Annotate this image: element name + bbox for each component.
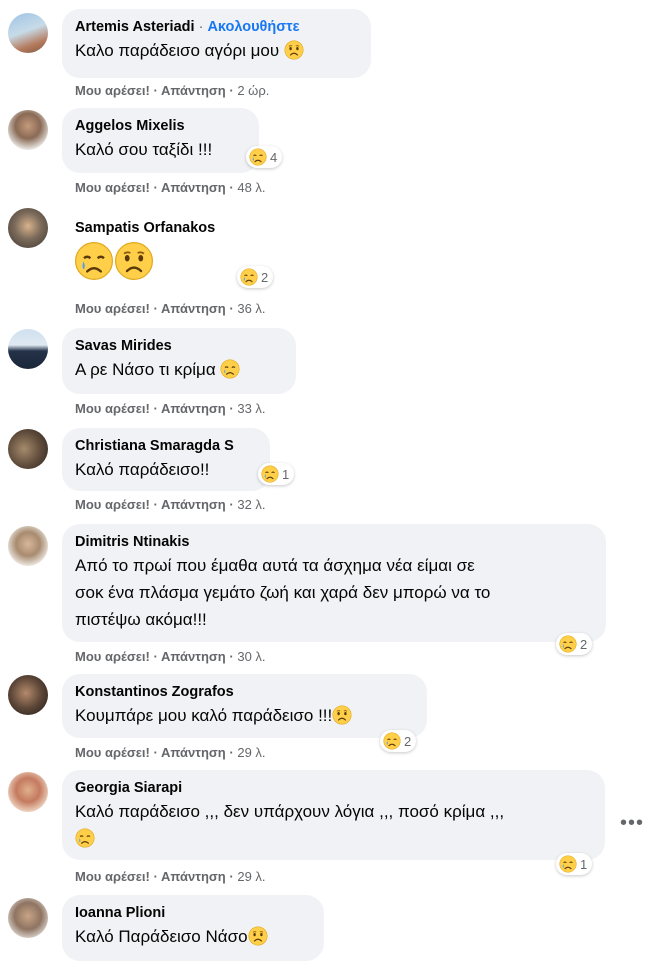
comment-bubble: Konstantinos Zografos Κουμπάρε μου καλό … bbox=[62, 674, 427, 738]
reaction-summary[interactable]: 1 bbox=[556, 853, 593, 875]
crying-face-icon bbox=[261, 465, 279, 483]
avatar[interactable] bbox=[8, 772, 48, 812]
like-link[interactable]: Μου αρέσει! bbox=[75, 745, 150, 760]
comment-bubble: Aggelos Mixelis Καλό σου ταξίδι !!! bbox=[62, 108, 259, 173]
crying-face-icon bbox=[559, 855, 577, 873]
crying-face-icon bbox=[240, 268, 258, 286]
like-link[interactable]: Μου αρέσει! bbox=[75, 301, 150, 316]
timestamp[interactable]: 32 λ. bbox=[237, 497, 265, 512]
like-link[interactable]: Μου αρέσει! bbox=[75, 869, 150, 884]
sad-face-icon bbox=[332, 705, 352, 725]
comment-author[interactable]: Konstantinos Zografos bbox=[75, 682, 413, 702]
comment-bubble: Christiana Smaragda S Καλό παράδεισο!! bbox=[62, 428, 270, 491]
reaction-summary[interactable]: 2 bbox=[380, 730, 417, 752]
comment-text: Καλο παράδεισο αγόρι μου bbox=[75, 41, 280, 60]
avatar[interactable] bbox=[8, 13, 48, 53]
avatar[interactable] bbox=[8, 110, 48, 150]
like-link[interactable]: Μου αρέσει! bbox=[75, 83, 150, 98]
like-link[interactable]: Μου αρέσει! bbox=[75, 401, 150, 416]
reply-link[interactable]: Απάντηση bbox=[161, 649, 226, 664]
avatar[interactable] bbox=[8, 329, 48, 369]
comment-text: Καλό σου ταξίδι !!! bbox=[75, 140, 213, 159]
crying-face-icon bbox=[559, 635, 577, 653]
sad-face-icon bbox=[284, 40, 304, 60]
avatar[interactable] bbox=[8, 429, 48, 469]
reply-link[interactable]: Απάντηση bbox=[161, 745, 226, 760]
timestamp[interactable]: 48 λ. bbox=[237, 180, 265, 195]
timestamp[interactable]: 2 ώρ. bbox=[237, 83, 269, 98]
comment-actions: Μου αρέσει! · Απάντηση · 30 λ. bbox=[75, 649, 266, 664]
crying-face-icon bbox=[249, 148, 267, 166]
comment-text: Καλό παράδεισο!! bbox=[75, 460, 210, 479]
comment-author[interactable]: Dimitris Ntinakis bbox=[75, 532, 592, 552]
avatar[interactable] bbox=[8, 208, 48, 248]
reply-link[interactable]: Απάντηση bbox=[161, 401, 226, 416]
reaction-summary[interactable]: 1 bbox=[258, 463, 295, 485]
emoji-only-text bbox=[74, 241, 154, 281]
reaction-count: 1 bbox=[282, 466, 290, 482]
comment-actions: Μου αρέσει! · Απάντηση · 32 λ. bbox=[75, 497, 266, 512]
timestamp[interactable]: 30 λ. bbox=[237, 649, 265, 664]
avatar[interactable] bbox=[8, 898, 48, 938]
comment-author[interactable]: Christiana Smaragda S bbox=[75, 436, 256, 456]
reaction-summary[interactable]: 2 bbox=[556, 633, 593, 655]
like-link[interactable]: Μου αρέσει! bbox=[75, 180, 150, 195]
reaction-count: 4 bbox=[270, 149, 278, 165]
timestamp[interactable]: 29 λ. bbox=[237, 869, 265, 884]
crying-face-icon bbox=[74, 241, 114, 281]
comment-bubble: Dimitris Ntinakis Από το πρωί που έμαθα … bbox=[62, 524, 606, 642]
comment-text-line: πιστέψω ακόμα!!! bbox=[75, 610, 207, 629]
comment-actions: Μου αρέσει! · Απάντηση · 33 λ. bbox=[75, 401, 266, 416]
comment-bubble: Georgia Siarapi Καλό παράδεισο ,,, δεν υ… bbox=[62, 770, 605, 860]
comment-bubble: Ioanna Plioni Καλό Παράδεισο Νάσο bbox=[62, 895, 324, 961]
reply-link[interactable]: Απάντηση bbox=[161, 301, 226, 316]
comment-text-line: Από το πρωί που έμαθα αυτά τα άσχημα νέα… bbox=[75, 556, 475, 575]
reaction-count: 2 bbox=[580, 636, 588, 652]
crying-face-icon bbox=[75, 828, 95, 848]
like-link[interactable]: Μου αρέσει! bbox=[75, 649, 150, 664]
comment-actions: Μου αρέσει! · Απάντηση · 48 λ. bbox=[75, 180, 266, 195]
comment-actions: Μου αρέσει! · Απάντηση · 2 ώρ. bbox=[75, 83, 270, 98]
comment-author[interactable]: Sampatis Orfanakos bbox=[75, 218, 215, 238]
comment-actions: Μου αρέσει! · Απάντηση · 36 λ. bbox=[75, 301, 266, 316]
avatar[interactable] bbox=[8, 675, 48, 715]
avatar[interactable] bbox=[8, 526, 48, 566]
reaction-count: 2 bbox=[261, 269, 269, 285]
reply-link[interactable]: Απάντηση bbox=[161, 497, 226, 512]
reply-link[interactable]: Απάντηση bbox=[161, 869, 226, 884]
timestamp[interactable]: 29 λ. bbox=[237, 745, 265, 760]
comment-text: Κουμπάρε μου καλό παράδεισο !!! bbox=[75, 706, 333, 725]
comment-author[interactable]: Aggelos Mixelis bbox=[75, 116, 245, 136]
comment-text-line: σοκ ένα πλάσμα γεμάτο ζωή και χαρά δεν μ… bbox=[75, 583, 491, 602]
reply-link[interactable]: Απάντηση bbox=[161, 180, 226, 195]
comment-author[interactable]: Artemis Asteriadi bbox=[75, 19, 195, 35]
comment-bubble: Savas Mirides Α ρε Νάσο τι κρίμα bbox=[62, 328, 296, 394]
comment-actions: Μου αρέσει! · Απάντηση · 29 λ. bbox=[75, 745, 266, 760]
comment-author[interactable]: Georgia Siarapi bbox=[75, 778, 591, 798]
timestamp[interactable]: 36 λ. bbox=[237, 301, 265, 316]
comment-text: Καλό Παράδεισο Νάσο bbox=[75, 927, 248, 946]
sad-face-icon bbox=[114, 241, 154, 281]
like-link[interactable]: Μου αρέσει! bbox=[75, 497, 150, 512]
comment-bubble: Artemis Asteriadi · Ακολουθήστε Καλο παρ… bbox=[62, 9, 371, 78]
crying-face-icon bbox=[220, 359, 240, 379]
comment-text: Α ρε Νάσο τι κρίμα bbox=[75, 360, 216, 379]
reaction-count: 1 bbox=[580, 856, 588, 872]
follow-link[interactable]: Ακολουθήστε bbox=[207, 19, 299, 35]
crying-face-icon bbox=[383, 732, 401, 750]
timestamp[interactable]: 33 λ. bbox=[237, 401, 265, 416]
comment-author[interactable]: Ioanna Plioni bbox=[75, 903, 310, 923]
reaction-count: 2 bbox=[404, 733, 412, 749]
reaction-summary[interactable]: 4 bbox=[246, 146, 283, 168]
sad-face-icon bbox=[248, 926, 268, 946]
reaction-summary[interactable]: 2 bbox=[237, 266, 274, 288]
more-options-icon[interactable]: ••• bbox=[620, 812, 644, 835]
reply-link[interactable]: Απάντηση bbox=[161, 83, 226, 98]
comment-text: Καλό παράδεισο ,,, δεν υπάρχουν λόγια ,,… bbox=[75, 802, 505, 821]
comment-actions: Μου αρέσει! · Απάντηση · 29 λ. bbox=[75, 869, 266, 884]
comment-author[interactable]: Savas Mirides bbox=[75, 336, 282, 356]
